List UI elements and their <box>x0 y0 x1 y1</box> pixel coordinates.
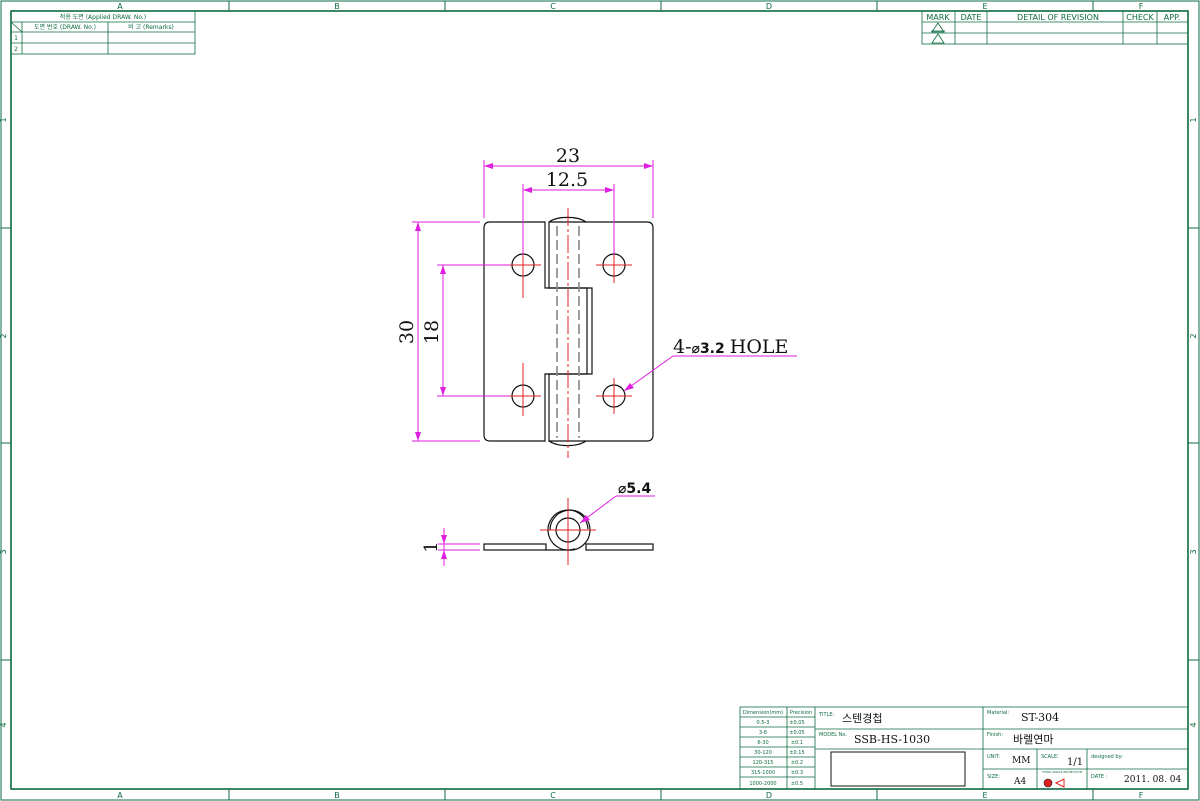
zone-col-top-e: E <box>982 2 987 11</box>
date-label: DATE : <box>1091 774 1108 780</box>
zone-labels: A B C D E F A B C D E F 1 2 3 4 1 2 3 4 <box>0 2 1198 800</box>
projection-label: THIRD ANGLE PROJECTION <box>1041 770 1082 774</box>
pin-dia-text: ⌀5.4 <box>618 481 651 497</box>
revision-header-mark: MARK <box>926 13 950 22</box>
revision-triangle-icon <box>931 33 945 44</box>
model-value: SSB-HS-1030 <box>854 733 930 746</box>
side-right-leaf <box>585 543 654 551</box>
tolerance-header-dimension: Dimension(mm) <box>743 710 783 716</box>
zone-row-right-4: 4 <box>1189 722 1198 727</box>
zone-col-bottom-c: C <box>550 791 556 800</box>
applied-table-drawno-header: 도면 번호 (DRAW. No.) <box>34 23 96 31</box>
dim-width-text: 23 <box>556 145 580 167</box>
zone-col-top-f: F <box>1139 2 1144 11</box>
tolerance-range-6: 315-1000 <box>751 770 775 776</box>
revision-table: MARK DATE DETAIL OF REVISION CHECK APP. <box>921 10 1189 45</box>
model-label: MODEL No. <box>819 732 847 738</box>
zone-col-bottom-a: A <box>117 791 123 800</box>
zone-row-left-3: 3 <box>0 549 8 554</box>
tolerance-range-2: 3-6 <box>759 730 767 736</box>
left-leaf-outline <box>483 221 588 442</box>
drawing-sheet: A B C D E F A B C D E F 1 2 3 4 1 2 3 4 … <box>0 0 1200 801</box>
revision-header-app: APP. <box>1164 13 1180 22</box>
title-value: 스텐경첩 <box>842 712 882 725</box>
material-value: ST-304 <box>1021 711 1059 724</box>
hole-note-suffix: HOLE <box>730 336 789 358</box>
unit-label: UNIT: <box>987 754 1000 760</box>
zone-col-top-b: B <box>334 2 340 11</box>
hinge-side-view: ⌀5.4 1 <box>421 481 655 566</box>
tolerance-range-1: 0.5-3 <box>757 720 770 726</box>
zone-row-right-1: 1 <box>1189 117 1198 122</box>
hole-note-prefix: 4- <box>673 336 692 358</box>
tolerance-range-7: 1000-2000 <box>749 781 776 787</box>
size-label: SIZE: <box>987 774 1000 780</box>
hole-note: 4-⌀3.2 HOLE <box>673 336 788 358</box>
dim-hole-pitch-y-text: 18 <box>421 320 443 344</box>
tolerance-value-6: ±0.3 <box>791 770 803 776</box>
hole-note-dia: ⌀3.2 <box>692 341 725 357</box>
zone-row-right-2: 2 <box>1189 333 1198 338</box>
tolerance-range-4: 30-120 <box>754 750 772 756</box>
front-dimensions <box>412 160 797 442</box>
zone-row-left-4: 4 <box>0 722 8 727</box>
zone-col-top-d: D <box>766 2 772 11</box>
projection-symbol-icon <box>1043 778 1065 788</box>
zone-col-top-a: A <box>117 2 123 11</box>
zone-col-top-c: C <box>550 2 556 11</box>
hinge-front-view <box>483 208 654 458</box>
tolerance-value-4: ±0.15 <box>789 750 804 756</box>
zone-row-left-1: 1 <box>0 117 8 122</box>
applied-table-remarks-header: 비 고 (Remarks) <box>128 23 174 31</box>
scale-value: 1/1 <box>1067 757 1083 768</box>
date-value: 2011. 08. 04 <box>1124 775 1182 785</box>
designed-label: designed by: <box>1091 754 1123 760</box>
dim-height-text: 30 <box>396 320 418 344</box>
tolerance-value-1: ±0.05 <box>789 720 804 726</box>
zone-col-bottom-e: E <box>982 791 987 800</box>
applied-drawing-table: 적용 도면 (Applied DRAW. No.) 도면 번호 (DRAW. N… <box>10 10 196 55</box>
applied-table-title: 적용 도면 (Applied DRAW. No.) <box>60 13 146 21</box>
tolerance-value-5: ±0.2 <box>791 760 803 766</box>
tolerance-value-7: ±0.5 <box>791 781 803 787</box>
dim-thickness-text: 1 <box>421 541 442 552</box>
sheet-frame <box>0 0 1200 801</box>
right-leaf-outline <box>548 221 654 442</box>
revision-header-date: DATE <box>961 13 982 22</box>
title-label: TITLE: <box>818 712 835 718</box>
unit-value: MM <box>1012 756 1030 766</box>
finish-label: Finish: <box>987 732 1003 738</box>
dim-hole-pitch-x-text: 12.5 <box>546 169 588 191</box>
tolerance-value-2: ±0.05 <box>789 730 804 736</box>
revision-header-check: CHECK <box>1126 13 1154 22</box>
side-left-leaf <box>483 543 547 551</box>
size-value: A4 <box>1013 777 1026 787</box>
zone-row-right-3: 3 <box>1189 549 1198 554</box>
tolerance-range-5: 120-315 <box>753 760 774 766</box>
applied-table-row-2: 2 <box>14 46 18 53</box>
zone-col-bottom-d: D <box>766 791 772 800</box>
revision-header-detail: DETAIL OF REVISION <box>1017 13 1099 22</box>
zone-row-left-2: 2 <box>0 333 8 338</box>
finish-value: 바렐연마 <box>1013 733 1053 746</box>
material-label: Material: <box>987 710 1009 716</box>
tolerance-value-3: ±0.1 <box>791 740 803 746</box>
applied-table-row-1: 1 <box>14 35 18 42</box>
title-block: Dimension(mm) Precision 0.5-3 ±0.05 3-6 … <box>739 706 1189 790</box>
zone-col-bottom-f: F <box>1139 791 1144 800</box>
scale-label: SCALE: <box>1041 754 1059 760</box>
tolerance-header-precision: Precision <box>790 710 812 716</box>
zone-col-bottom-b: B <box>334 791 340 800</box>
tolerance-range-3: 6-30 <box>757 740 768 746</box>
